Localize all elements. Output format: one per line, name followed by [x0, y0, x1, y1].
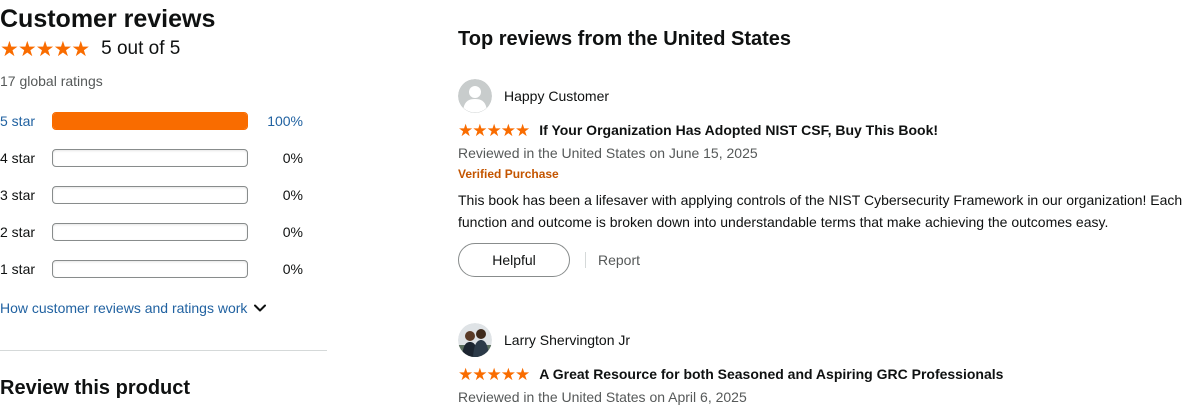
histogram-row-4-star: 4 star 0% [0, 147, 320, 169]
avatar[interactable] [458, 323, 492, 357]
review-rating-stars[interactable]: ★ ★ ★ ★ ★ [458, 364, 531, 384]
review-card: Happy Customer ★ ★ ★ ★ ★ If Your Organiz… [458, 79, 1200, 277]
histogram-row-3-star: 3 star 0% [0, 184, 320, 206]
histogram-percent: 0% [282, 261, 303, 277]
review-date: Reviewed in the United States on April 6… [458, 389, 747, 405]
star-icon: ★ [500, 120, 516, 140]
section-divider [0, 350, 327, 351]
review-this-product-heading: Review this product [0, 377, 191, 399]
star-icon: ★ [472, 364, 488, 384]
histogram-label: 4 star [0, 150, 36, 166]
avatar[interactable] [458, 79, 492, 113]
review-title[interactable]: A Great Resource for both Seasoned and A… [539, 366, 1003, 382]
histogram-percent: 0% [282, 224, 303, 240]
histogram-percent[interactable]: 100% [248, 113, 303, 129]
histogram-bar[interactable] [52, 112, 248, 130]
star-icon: ★ [486, 120, 502, 140]
histogram-bar [52, 149, 248, 167]
review-header: ★ ★ ★ ★ ★ If Your Organization Has Adopt… [458, 119, 1200, 141]
review-date: Reviewed in the United States on June 15… [458, 145, 758, 161]
action-separator [585, 252, 586, 268]
default-avatar-icon [458, 79, 492, 113]
histogram-label[interactable]: 5 star [0, 113, 52, 129]
report-link[interactable]: Report [598, 252, 640, 268]
average-rating-stars: ★ ★ ★ ★ ★ [0, 37, 91, 61]
histogram-percent: 0% [282, 187, 303, 203]
histogram-label: 2 star [0, 224, 36, 240]
histogram-percent: 0% [282, 150, 303, 166]
star-icon: ★ [35, 37, 55, 61]
average-rating: ★ ★ ★ ★ ★ 5 out of 5 [0, 37, 180, 61]
helpful-button[interactable]: Helpful [458, 243, 570, 277]
review-body: This book has been a lifesaver with appl… [458, 192, 1183, 230]
verified-purchase-badge[interactable]: Verified Purchase [458, 167, 1200, 181]
chevron-down-icon[interactable] [253, 301, 267, 315]
top-reviews-heading: Top reviews from the United States [458, 28, 792, 50]
star-icon: ★ [472, 120, 488, 140]
histogram-bar [52, 223, 248, 241]
how-reviews-work-label[interactable]: How customer reviews and ratings work [0, 300, 247, 316]
histogram-label: 1 star [0, 261, 36, 277]
star-icon: ★ [17, 37, 37, 61]
review-rating-stars[interactable]: ★ ★ ★ ★ ★ [458, 120, 531, 140]
reviewer-profile[interactable]: Larry Shervington Jr [458, 323, 1200, 357]
reviewer-profile[interactable]: Happy Customer [458, 79, 1200, 113]
reviewer-name[interactable]: Happy Customer [504, 88, 609, 104]
star-icon: ★ [458, 120, 474, 140]
star-icon: ★ [53, 37, 73, 61]
histogram-row-5-star[interactable]: 5 star 100% [0, 110, 320, 132]
review-header: ★ ★ ★ ★ ★ A Great Resource for both Seas… [458, 363, 1200, 385]
customer-reviews-heading: Customer reviews [0, 5, 216, 33]
global-ratings-count: 17 global ratings [0, 73, 103, 89]
star-icon: ★ [458, 364, 474, 384]
star-icon: ★ [71, 37, 91, 61]
histogram-bar-fill [53, 113, 247, 129]
histogram-label: 3 star [0, 187, 36, 203]
star-icon: ★ [486, 364, 502, 384]
star-icon: ★ [515, 120, 531, 140]
histogram-row-1-star: 1 star 0% [0, 258, 320, 280]
histogram-bar [52, 186, 248, 204]
ratings-summary: Customer reviews ★ ★ ★ ★ ★ 5 out of 5 17… [0, 0, 330, 410]
review-card: Larry Shervington Jr ★ ★ ★ ★ ★ A Great R… [458, 323, 1200, 405]
histogram-bar [52, 260, 248, 278]
reviewer-name[interactable]: Larry Shervington Jr [504, 332, 630, 348]
star-icon: ★ [515, 364, 531, 384]
review-title[interactable]: If Your Organization Has Adopted NIST CS… [539, 122, 938, 138]
how-reviews-work-link[interactable]: How customer reviews and ratings work [0, 300, 267, 316]
avatar-photo-icon [458, 323, 492, 357]
histogram-row-2-star: 2 star 0% [0, 221, 320, 243]
review-actions: Helpful Report [458, 243, 1200, 277]
star-icon: ★ [0, 37, 19, 61]
top-reviews: Top reviews from the United States Happy… [458, 0, 1200, 410]
average-rating-text: 5 out of 5 [101, 38, 181, 59]
star-icon: ★ [500, 364, 516, 384]
